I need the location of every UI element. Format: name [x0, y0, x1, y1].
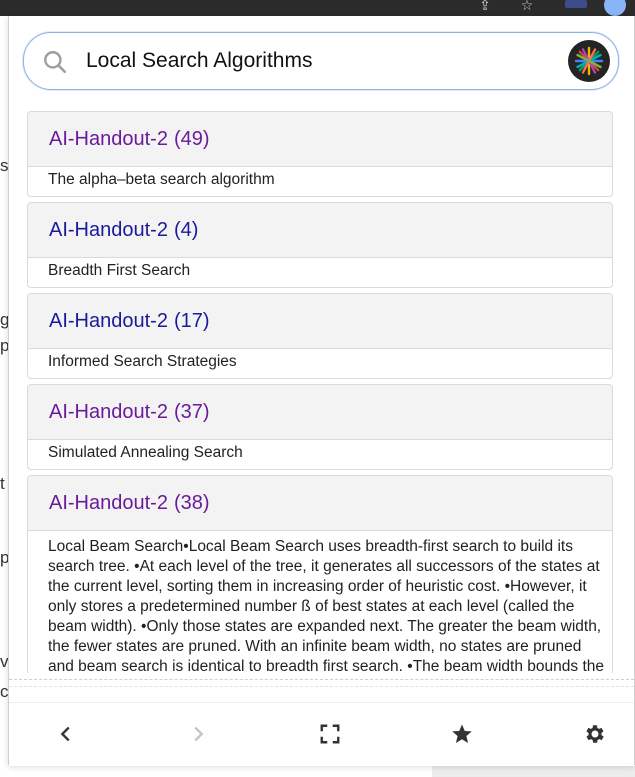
search-input[interactable] [86, 45, 556, 77]
result-card: AI-Handout-2 (17) Informed Search Strate… [27, 293, 613, 379]
bottom-toolbar [9, 702, 634, 766]
result-page-number: (38) [173, 491, 210, 514]
search-icon [44, 51, 67, 74]
result-page-number: (17) [173, 309, 210, 332]
fullscreen-icon [320, 724, 340, 744]
result-title[interactable]: AI-Handout-2 [49, 492, 168, 515]
result-snippet: The alpha–beta search algorithm [48, 171, 275, 188]
result-snippet: Local Beam Search•Local Beam Search uses… [48, 538, 604, 673]
back-button[interactable] [52, 720, 80, 748]
result-card: AI-Handout-2 (49) The alpha–beta search … [27, 111, 613, 197]
result-header[interactable]: AI-Handout-2 (37) [28, 385, 612, 440]
search-popup: AI-Handout-2 (49) The alpha–beta search … [8, 16, 635, 766]
profile-avatar[interactable] [604, 0, 626, 16]
result-card: AI-Handout-2 (38) Local Beam Search•Loca… [27, 475, 613, 673]
star-icon [452, 724, 472, 743]
result-title[interactable]: AI-Handout-2 [49, 128, 168, 151]
bookmark-star-icon[interactable]: ☆ [518, 0, 536, 14]
favorite-button[interactable] [448, 720, 476, 748]
result-header[interactable]: AI-Handout-2 (17) [28, 294, 612, 349]
extension-icon[interactable] [565, 0, 587, 8]
app-logo-icon[interactable] [568, 40, 610, 82]
search-bar [23, 32, 619, 90]
result-snippet: Simulated Annealing Search [48, 444, 243, 461]
chevron-left-icon [60, 726, 70, 742]
background-page-edge-bottom [432, 766, 635, 777]
result-title[interactable]: AI-Handout-2 [49, 310, 168, 333]
divider [9, 679, 634, 687]
fullscreen-button[interactable] [316, 720, 344, 748]
forward-button[interactable] [184, 720, 212, 748]
result-page-number: (37) [173, 400, 210, 423]
chevron-right-icon [194, 726, 204, 742]
result-card: AI-Handout-2 (4) Breadth First Search [27, 202, 613, 288]
background-page-edge: s g pa t p v c [0, 16, 19, 777]
result-card: AI-Handout-2 (37) Simulated Annealing Se… [27, 384, 613, 470]
share-icon[interactable]: ⇪ [476, 0, 494, 14]
result-page-number: (4) [173, 218, 199, 241]
result-header[interactable]: AI-Handout-2 (38) [28, 476, 612, 531]
browser-toolbar-strip: ⇪ ☆ [0, 0, 635, 16]
result-header[interactable]: AI-Handout-2 (4) [28, 203, 612, 258]
result-title[interactable]: AI-Handout-2 [49, 219, 168, 242]
result-header[interactable]: AI-Handout-2 (49) [28, 112, 612, 167]
settings-button[interactable] [581, 720, 609, 748]
result-title[interactable]: AI-Handout-2 [49, 401, 168, 424]
result-page-number: (49) [173, 127, 210, 150]
results-list: AI-Handout-2 (49) The alpha–beta search … [27, 111, 613, 673]
result-snippet: Breadth First Search [48, 262, 191, 279]
result-snippet: Informed Search Strategies [48, 353, 237, 370]
gear-icon [586, 725, 604, 743]
